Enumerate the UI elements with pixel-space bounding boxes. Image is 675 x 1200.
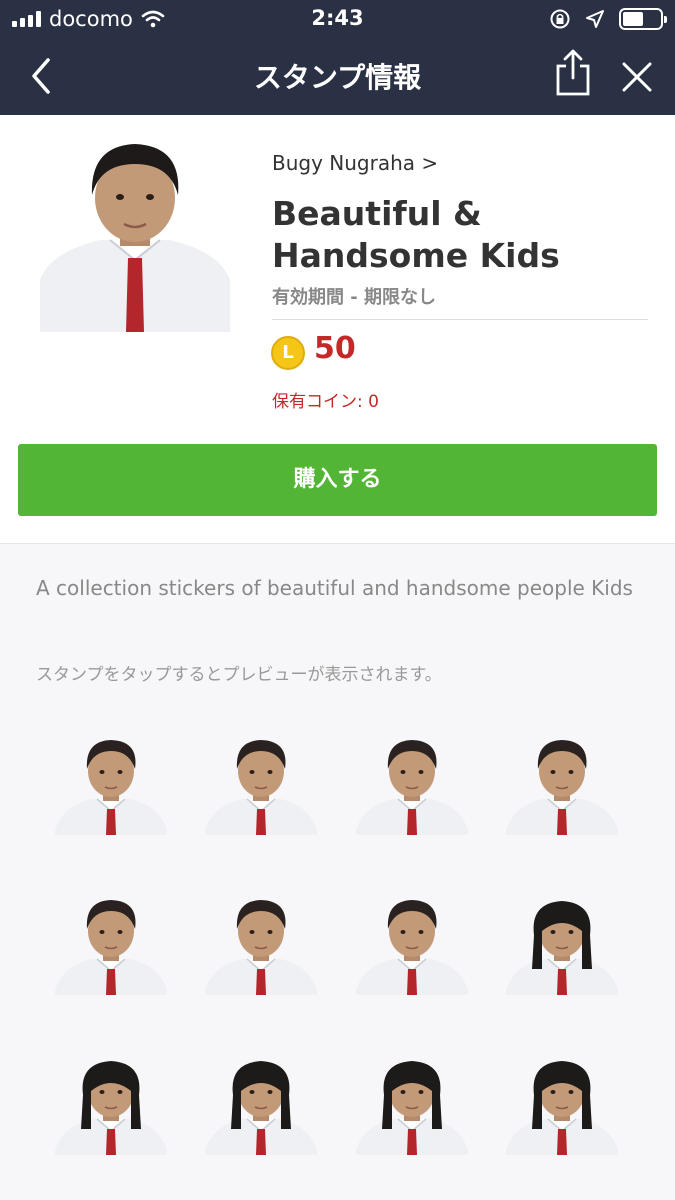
author-link[interactable]: Bugy Nugraha > <box>272 151 438 175</box>
sticker-item[interactable] <box>205 735 317 855</box>
line-coin-icon: L <box>271 336 305 370</box>
battery-icon <box>619 8 667 30</box>
sticker-item[interactable] <box>356 1055 468 1175</box>
rotation-lock-icon <box>550 9 570 29</box>
sticker-pack-main-image[interactable] <box>40 140 230 332</box>
sticker-item[interactable] <box>55 735 167 855</box>
sticker-item[interactable] <box>55 895 167 1015</box>
sticker-pack-header: Bugy Nugraha > Beautiful & Handsome Kids… <box>0 115 675 543</box>
buy-button[interactable]: 購入する <box>18 444 657 516</box>
validity-label: 有効期間 - 期限なし <box>272 287 437 308</box>
owned-coins: 保有コイン: 0 <box>272 392 379 412</box>
sticker-item[interactable] <box>506 1055 618 1175</box>
location-icon <box>586 10 604 28</box>
sticker-item[interactable] <box>55 1055 167 1175</box>
pack-description: A collection stickers of beautiful and h… <box>36 576 633 600</box>
status-right <box>549 6 667 32</box>
sticker-item[interactable] <box>205 1055 317 1175</box>
pack-title: Beautiful & Handsome Kids <box>272 194 560 275</box>
sticker-item[interactable] <box>356 735 468 855</box>
price-value: 50 <box>314 331 356 366</box>
sticker-item[interactable] <box>356 895 468 1015</box>
preview-hint: スタンプをタップするとプレビューが表示されます。 <box>36 665 442 685</box>
sticker-item[interactable] <box>506 895 618 1015</box>
divider <box>272 319 648 320</box>
status-bar: docomo 2:43 <box>0 0 675 38</box>
nav-bar: スタンプ情報 <box>0 38 675 115</box>
sticker-item[interactable] <box>205 895 317 1015</box>
section-divider <box>0 543 675 544</box>
close-icon[interactable] <box>618 58 656 96</box>
sticker-item[interactable] <box>506 735 618 855</box>
share-icon[interactable] <box>552 46 594 98</box>
